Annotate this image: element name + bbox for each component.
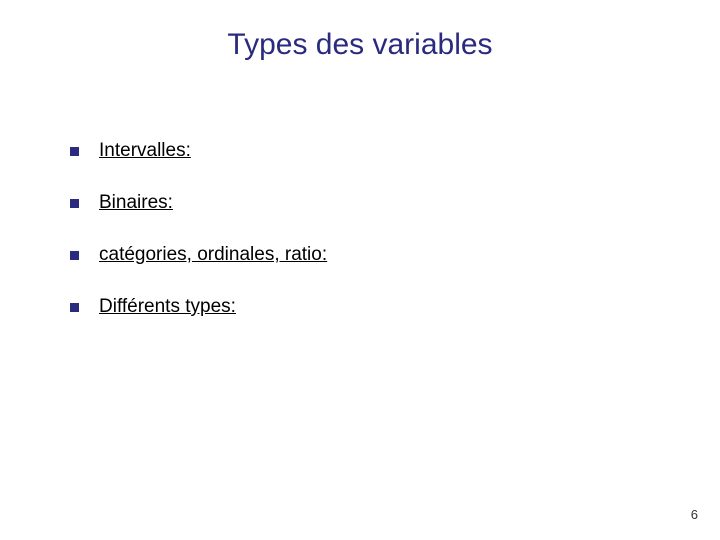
list-item-label: catégories, ordinales, ratio: [99, 244, 327, 266]
page-title: Types des variables [0, 28, 720, 62]
list-item-label: Différents types: [99, 296, 236, 318]
list-item-label: Binaires: [99, 192, 173, 214]
list-item: Intervalles: [70, 140, 327, 162]
list-item: catégories, ordinales, ratio: [70, 244, 327, 266]
page-number: 6 [691, 507, 698, 522]
square-bullet-icon [70, 147, 79, 156]
square-bullet-icon [70, 303, 79, 312]
square-bullet-icon [70, 251, 79, 260]
list-item: Différents types: [70, 296, 327, 318]
bullet-list: Intervalles: Binaires: catégories, ordin… [70, 140, 327, 348]
square-bullet-icon [70, 199, 79, 208]
list-item-label: Intervalles: [99, 140, 191, 162]
list-item: Binaires: [70, 192, 327, 214]
